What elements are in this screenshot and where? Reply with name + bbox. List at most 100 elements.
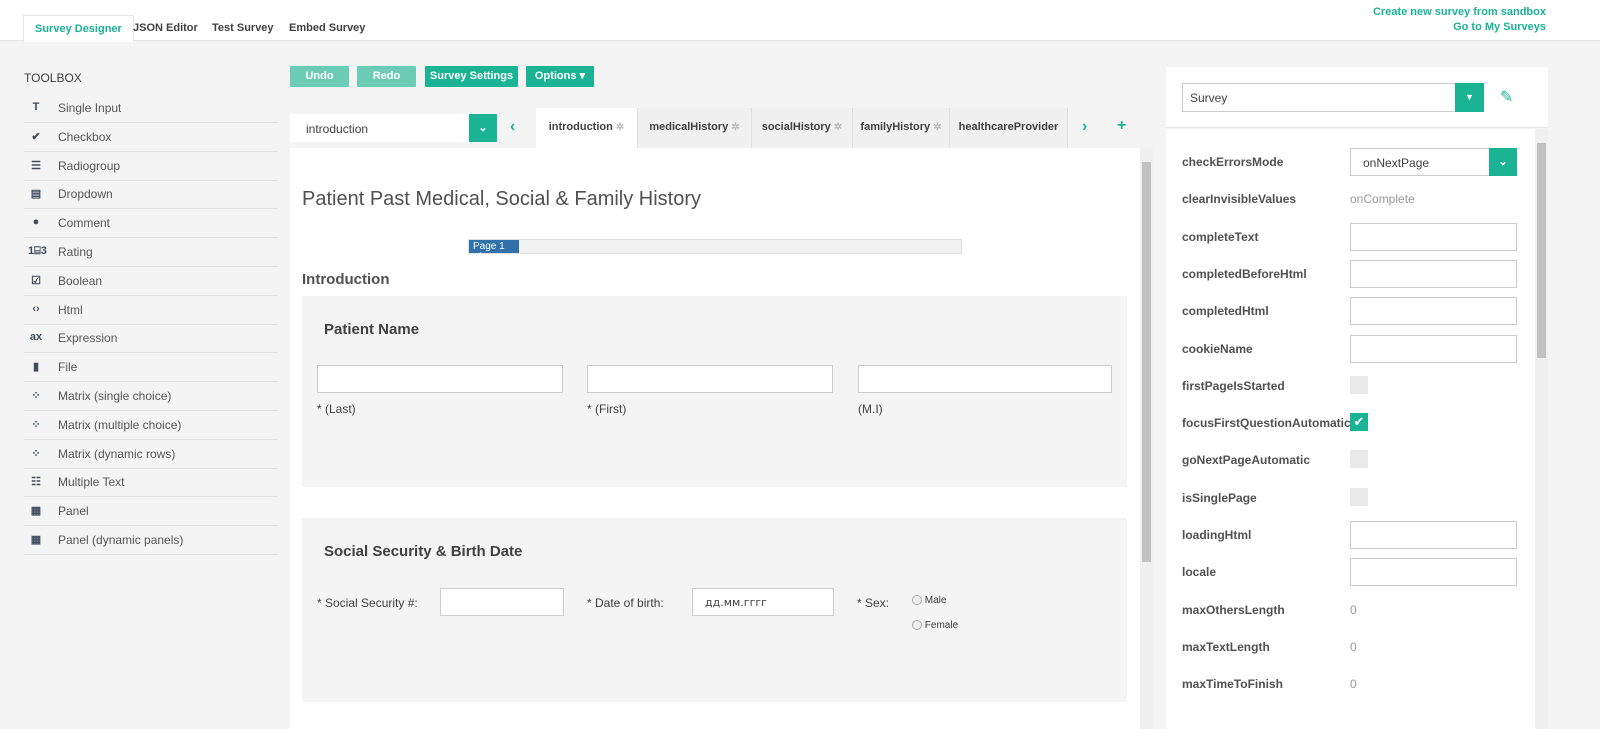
property-value[interactable]: 0 [1350,603,1357,617]
gear-icon[interactable]: ✲ [933,122,941,133]
question-type-icon: ☑ [31,274,41,287]
chevron-right-icon[interactable]: › [1082,118,1087,136]
dob-input[interactable]: дд.мм.гггг [692,588,834,616]
question-type-icon: ▦ [30,505,42,518]
toolbox-item[interactable]: ⁘ Matrix (multiple choice) [24,411,278,440]
property-value[interactable]: onComplete [1350,192,1415,206]
radio-male[interactable]: Male [912,595,946,606]
question-patient-name[interactable]: Patient Name * (Last) * (First) (M.I) [302,296,1127,487]
progress-text: Page 1 of [469,240,519,263]
page-tab[interactable]: healthcareProvider [950,108,1068,148]
first-name-input[interactable] [587,365,833,393]
ssn-input[interactable] [440,588,564,616]
property-row: maxOthersLength 0 [1182,596,1522,624]
toolbox-item[interactable]: ⁘ Matrix (dynamic rows) [24,440,278,469]
mi-input[interactable] [858,365,1112,393]
editor-scrollbar[interactable] [1140,148,1153,729]
undo-button[interactable]: Undo [290,66,349,87]
property-row: firstPageIsStarted [1182,372,1522,400]
toolbox-item[interactable]: ☑ Boolean [24,267,278,296]
property-input[interactable] [1350,558,1517,587]
page-title: Introduction [302,271,390,288]
toolbox-item-label: Html [58,302,83,317]
toolbox-item-label: Matrix (single choice) [58,389,172,403]
property-checkbox[interactable] [1350,375,1368,394]
tab-embed-survey[interactable]: Embed Survey [278,15,376,41]
property-input[interactable] [1350,222,1517,251]
properties-scrollbar[interactable] [1535,129,1548,729]
property-row: completeText [1182,222,1522,251]
create-survey-link[interactable]: Create new survey from sandbox [1373,6,1546,18]
property-name: focusFirstQuestionAutomatic [1182,416,1351,431]
radio-female[interactable]: Female [912,620,958,631]
toolbox-item[interactable]: ▤ Dropdown [24,180,278,210]
last-name-input[interactable] [317,365,563,393]
property-value[interactable]: 0 [1350,677,1357,691]
options-button[interactable]: Options ▾ [526,66,594,87]
question-type-icon: ▦ [30,534,42,546]
toolbox-item-label: Panel [58,504,89,519]
gear-icon[interactable]: ✲ [616,122,624,133]
toolbox-item[interactable]: ▮ File [24,353,278,383]
progress-bar: Page 1 of [468,239,962,263]
page-tab[interactable]: socialHistory ✲ [752,108,853,148]
redo-button[interactable]: Redo [357,66,416,87]
property-checkbox[interactable]: ✔ [1350,413,1368,432]
question-type-icon: ✔ [31,130,41,143]
property-input[interactable] [1350,297,1517,326]
property-checkbox[interactable] [1350,487,1368,506]
property-name: checkErrorsMode [1182,155,1284,169]
chevron-down-icon[interactable]: ⌄ [469,114,497,142]
toolbox-item[interactable]: ▦ Panel (dynamic panels) [24,526,278,555]
property-name: goNextPageAutomatic [1182,453,1311,468]
property-input[interactable] [1350,334,1517,363]
question-type-icon: ⁘ [31,418,41,431]
toolbox-item[interactable]: ● Comment [24,209,278,239]
properties-header: Survey ▼ ✎ [1166,67,1548,128]
toolbox-item[interactable]: ☰ Radiogroup [24,152,278,181]
property-name: firstPageIsStarted [1182,378,1285,393]
gear-icon[interactable]: ✲ [731,122,739,133]
pencil-icon[interactable]: ✎ [1500,87,1513,107]
toolbox-item[interactable]: ax Expression [24,324,278,354]
question-ssn-birth[interactable]: Social Security & Birth Date * Social Se… [302,518,1127,702]
property-value[interactable]: 0 [1350,640,1357,654]
toolbox-item-label: Panel (dynamic panels) [58,533,184,547]
toolbox-item[interactable]: T Single Input [24,94,278,123]
tab-json-editor[interactable]: JSON Editor [122,15,209,41]
toolbox-item[interactable]: 1⌸3 Rating [24,238,278,267]
gear-icon[interactable]: ✲ [834,122,842,133]
question-type-icon: ☰ [31,159,41,172]
toolbox-item-label: Single Input [58,101,122,115]
toolbox-item[interactable]: ⁘ Matrix (single choice) [24,382,278,411]
tab-test-survey[interactable]: Test Survey [201,15,285,41]
page-select[interactable]: introduction [290,114,497,142]
toolbox-item-label: Dropdown [58,187,113,202]
property-row: isSinglePage [1182,484,1522,512]
property-input[interactable] [1350,259,1517,288]
object-select[interactable]: Survey [1182,83,1472,112]
add-page-icon[interactable]: + [1117,117,1126,135]
toolbox-item[interactable]: ✔ Checkbox [24,123,278,152]
toolbox-item[interactable]: ☷ Multiple Text [24,468,278,498]
property-input[interactable] [1350,521,1517,549]
top-bar: Survey Designer JSON Editor Test Survey … [0,0,1600,42]
caret-down-icon[interactable]: ▼ [1455,83,1484,112]
property-name: completeText [1182,229,1259,244]
question-type-icon: ▮ [32,361,40,374]
tab-survey-designer[interactable]: Survey Designer [23,15,134,42]
page-tab[interactable]: familyHistory ✲ [853,108,950,148]
chevron-left-icon[interactable]: ‹ [510,118,515,136]
page-tab[interactable]: introduction ✲ [536,108,638,148]
chevron-down-icon[interactable]: ⌄ [1489,148,1517,176]
property-checkbox[interactable] [1350,450,1368,469]
property-row: focusFirstQuestionAutomatic ✔ [1182,409,1522,437]
page-tab[interactable]: medicalHistory ✲ [638,108,752,148]
property-name: maxTextLength [1182,639,1270,654]
question-type-icon: ‹› [32,302,40,315]
toolbox-item[interactable]: ‹› Html [24,296,278,325]
question-title: Patient Name [324,321,420,338]
toolbox-item[interactable]: ▦ Panel [24,497,278,527]
my-surveys-link[interactable]: Go to My Surveys [1453,21,1546,33]
survey-settings-button[interactable]: Survey Settings [425,66,518,87]
